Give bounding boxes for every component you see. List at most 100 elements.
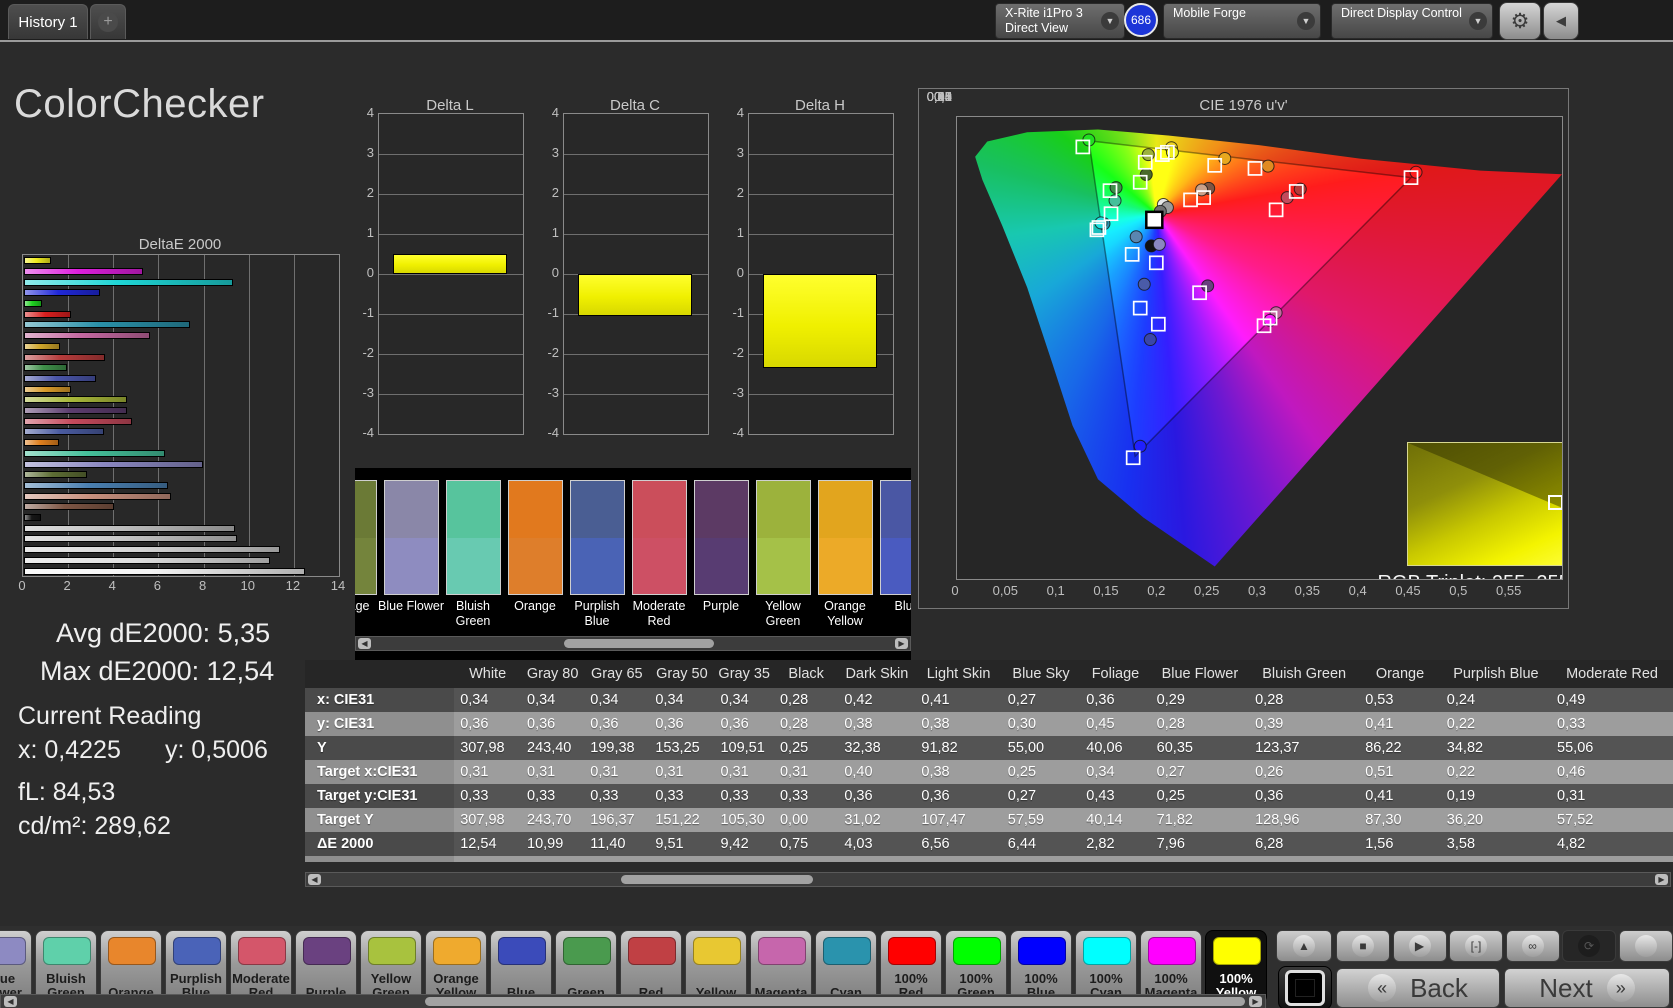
scroll-left-icon[interactable]: ◀: [358, 638, 371, 649]
pattern-button-bluish-green[interactable]: Bluish Green: [35, 930, 97, 1004]
pattern-button-purple[interactable]: Purple: [295, 930, 357, 1004]
row-label: ΔE ITP: [305, 856, 454, 862]
next-button[interactable]: Next »: [1504, 968, 1670, 1008]
stop-button[interactable]: ■: [1336, 930, 1390, 962]
delta_l-bar: [393, 254, 507, 274]
bar-gloss: [25, 558, 269, 563]
bar-gloss: [25, 472, 86, 477]
stop-icon: ■: [1352, 935, 1374, 957]
table-scrollbar[interactable]: ◀ ▶: [305, 872, 1671, 887]
pattern-button-yellow[interactable]: Yellow: [685, 930, 747, 1004]
pattern-window-button[interactable]: [1278, 966, 1332, 1008]
table-cell: 128,96: [1249, 808, 1359, 832]
table-row: x: CIE310,340,340,340,340,340,280,420,41…: [305, 688, 1673, 712]
pattern-color-chip: [238, 937, 286, 965]
bar-gloss: [25, 301, 41, 306]
table-cell: 40,06: [1080, 736, 1150, 760]
scroll-right-icon[interactable]: ▶: [1249, 996, 1262, 1007]
bar-gloss: [25, 494, 170, 499]
pattern-color-chip: [758, 937, 806, 965]
swatch-target-half: [355, 481, 376, 538]
pattern-button-100-blue[interactable]: 100% Blue: [1010, 930, 1072, 1004]
pattern-button-green[interactable]: Green: [555, 930, 617, 1004]
pattern-button-cyan[interactable]: Cyan: [815, 930, 877, 1004]
x-tick-label: 6: [149, 578, 165, 593]
new-tab-button[interactable]: +: [90, 4, 126, 39]
table-cell: 107,47: [915, 808, 1001, 832]
tab-history-1[interactable]: History 1: [8, 4, 88, 39]
play-button[interactable]: ▶: [1393, 930, 1447, 962]
y-tick-label: 2: [352, 185, 374, 200]
scroll-right-icon[interactable]: ▶: [895, 638, 908, 649]
meter-count-badge[interactable]: 686: [1124, 3, 1158, 37]
swatch-measured-half: [571, 538, 624, 595]
table-cell: 15,46: [521, 856, 584, 862]
pattern-window-up-button[interactable]: ▲: [1276, 930, 1332, 962]
cie-chart-plot: RGB Triplet: 255, 255, 0: [956, 116, 1563, 580]
display-control-dropdown[interactable]: Direct Display Control ▼: [1331, 3, 1493, 39]
y-tick-label: -2: [722, 345, 744, 360]
column-header: Light Skin: [915, 660, 1001, 688]
table-cell: 86,22: [1359, 736, 1441, 760]
table-cell: 40,14: [1080, 808, 1150, 832]
scroll-left-icon[interactable]: ◀: [4, 996, 17, 1007]
pattern-button-purplish-blue[interactable]: Purplish Blue: [165, 930, 227, 1004]
pattern-button-blue-flower[interactable]: Blue Flower: [0, 930, 32, 1004]
infinite-loop-button[interactable]: ∞: [1506, 930, 1560, 962]
meter-status-stripe: [996, 4, 1000, 38]
table-cell: 9,71: [1359, 856, 1441, 862]
measured-point: [1153, 238, 1165, 250]
y-tick-label: 1: [352, 225, 374, 240]
bar-gloss: [25, 569, 304, 574]
extra-button[interactable]: [1619, 930, 1673, 962]
gridline: [749, 194, 893, 195]
scroll-left-icon[interactable]: ◀: [308, 874, 321, 885]
source-dropdown[interactable]: Mobile Forge ▼: [1163, 3, 1321, 39]
pattern-button-moderate-red[interactable]: Moderate Red: [230, 930, 292, 1004]
table-scrollbar-thumb[interactable]: [621, 875, 813, 884]
settings-button[interactable]: ⚙: [1499, 2, 1541, 40]
pattern-button-magenta[interactable]: Magenta: [750, 930, 812, 1004]
table-cell: 4,03: [838, 832, 915, 856]
pattern-button-red[interactable]: Red: [620, 930, 682, 1004]
refresh-button[interactable]: ⟳: [1562, 930, 1616, 962]
target-square: [1150, 256, 1163, 269]
pattern-button-100-cyan[interactable]: 100% Cyan: [1075, 930, 1137, 1004]
swatch-scrollbar-thumb[interactable]: [564, 639, 714, 648]
table-cell: 20,14: [1151, 856, 1249, 862]
pattern-button-blue[interactable]: Blue: [490, 930, 552, 1004]
table-cell: 196,37: [584, 808, 649, 832]
pattern-button-100-yellow[interactable]: 100% Yellow: [1205, 930, 1267, 1004]
table-cell: 199,38: [584, 736, 649, 760]
inset-gradient: [1408, 443, 1563, 565]
cie-1976-panel: CIE 1976 u'v' RGB Triplet: 255, 255, 0 0…: [918, 88, 1569, 609]
measured-point: [1130, 231, 1142, 243]
chevron-double-left-icon: «: [1368, 974, 1396, 1002]
pattern-button-orange-yellow[interactable]: Orange Yellow: [425, 930, 487, 1004]
table-cell: 0,26: [1249, 760, 1359, 784]
pattern-button-100-red[interactable]: 100% Red: [880, 930, 942, 1004]
swatch-strip-scrollbar[interactable]: ◀ ▶: [355, 636, 911, 651]
bar-gloss: [25, 312, 70, 317]
pattern-button-100-green[interactable]: 100% Green: [945, 930, 1007, 1004]
meter-dropdown[interactable]: X-Rite i1Pro 3Direct View ▼: [995, 3, 1125, 39]
gridline: [379, 234, 523, 235]
x-tick-label: 14: [330, 578, 346, 593]
table-row: Y307,98243,40199,38153,25109,510,2532,38…: [305, 736, 1673, 760]
back-button[interactable]: « Back: [1336, 968, 1500, 1008]
bar-gloss: [25, 397, 126, 402]
scroll-right-icon[interactable]: ▶: [1655, 874, 1668, 885]
pattern-button-yellow-green[interactable]: Yellow Green: [360, 930, 422, 1004]
y-tick-label: 4: [722, 105, 744, 120]
pattern-scrollbar-thumb[interactable]: [425, 997, 1245, 1006]
target-square: [1152, 318, 1165, 331]
column-header: Blue Flower: [1151, 660, 1249, 688]
swatch-target-half: [509, 481, 562, 538]
pattern-color-chip: [563, 937, 611, 965]
pattern-button-orange[interactable]: Orange: [100, 930, 162, 1004]
pattern-bar-scrollbar[interactable]: ◀ ▶: [0, 994, 1266, 1008]
swatch-target-half: [695, 481, 748, 538]
pattern-button-100-magenta[interactable]: 100% Magenta: [1140, 930, 1202, 1004]
collapse-panel-button[interactable]: ◀: [1543, 2, 1579, 40]
ab-loop-button[interactable]: [-]: [1449, 930, 1503, 962]
